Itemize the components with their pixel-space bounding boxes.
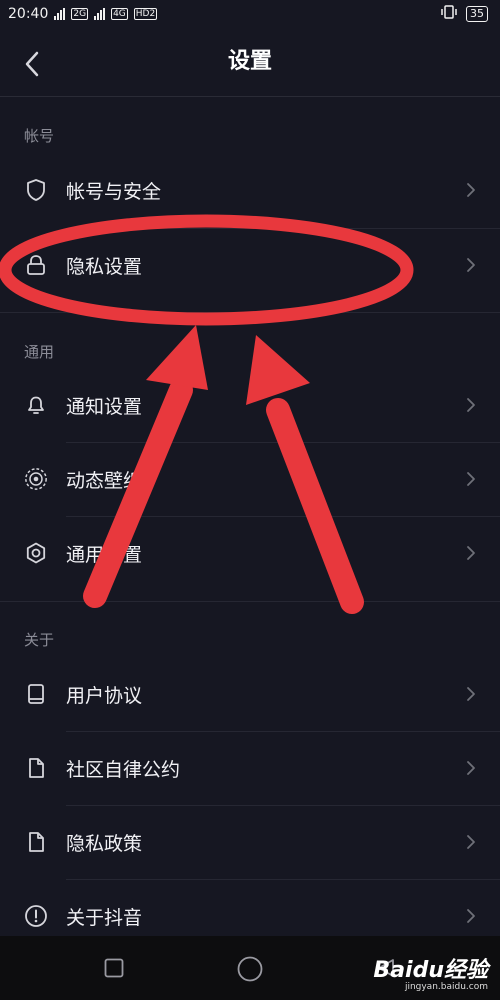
watermark: Baidu经验 jingyan.baidu.com (373, 952, 488, 992)
vibrate-icon (440, 5, 458, 23)
chevron-right-icon (464, 906, 478, 926)
status-bar: 20:40 2G 4G HD2 35 (0, 0, 500, 28)
section-divider (0, 312, 500, 313)
status-left: 20:40 2G 4G HD2 (8, 6, 158, 22)
shield-icon (24, 178, 48, 202)
settings-item-label: 关于抖音 (66, 906, 143, 929)
header: 设置 (0, 28, 500, 97)
document-icon (24, 830, 48, 854)
signal-icon-2 (94, 8, 106, 20)
section-label-general: 通用 (24, 343, 55, 361)
wallpaper-icon (24, 467, 48, 491)
home-button[interactable] (237, 956, 263, 986)
settings-item-user-agreement[interactable]: 用户协议 (0, 657, 500, 731)
settings-item-label: 隐私设置 (66, 255, 143, 278)
settings-item-account-security[interactable]: 帐号与安全 (0, 153, 500, 227)
chevron-right-icon (464, 684, 478, 704)
system-nav-bar: Baidu经验 jingyan.baidu.com (0, 936, 500, 1000)
chevron-right-icon (464, 469, 478, 489)
settings-item-label: 通知设置 (66, 395, 143, 418)
chevron-right-icon (464, 255, 478, 275)
status-time: 20:40 (8, 6, 49, 22)
chevron-right-icon (464, 543, 478, 563)
settings-item-privacy[interactable]: 隐私设置 (0, 228, 500, 302)
settings-item-general[interactable]: 通用设置 (0, 516, 500, 590)
book-icon (24, 682, 48, 706)
bell-icon (24, 393, 48, 417)
chevron-right-icon (464, 395, 478, 415)
document-icon (24, 756, 48, 780)
watermark-brand: Baidu经验 (373, 958, 488, 983)
hd-label: HD2 (133, 8, 158, 20)
lock-icon (24, 253, 48, 277)
sim1-label: 2G (71, 8, 89, 20)
section-divider (0, 601, 500, 602)
sim2-label: 4G (111, 8, 128, 20)
info-icon (24, 904, 48, 928)
signal-icon (54, 8, 66, 20)
settings-item-label: 社区自律公约 (66, 758, 181, 781)
settings-item-label: 动态壁纸 (66, 469, 143, 492)
recent-apps-button[interactable] (104, 958, 124, 982)
settings-item-live-wallpaper[interactable]: 动态壁纸 (0, 442, 500, 516)
settings-item-label: 用户协议 (66, 684, 143, 707)
battery-indicator: 35 (466, 6, 488, 22)
chevron-right-icon (464, 758, 478, 778)
settings-item-community-guidelines[interactable]: 社区自律公约 (0, 731, 500, 805)
chevron-right-icon (464, 180, 478, 200)
settings-item-label: 隐私政策 (66, 832, 143, 855)
gear-icon (24, 541, 48, 565)
settings-item-label: 帐号与安全 (66, 180, 162, 203)
section-label-account: 帐号 (24, 127, 55, 145)
settings-item-privacy-policy[interactable]: 隐私政策 (0, 805, 500, 879)
page-title: 设置 (227, 49, 272, 74)
settings-item-notifications[interactable]: 通知设置 (0, 368, 500, 442)
circle-icon (237, 956, 263, 982)
settings-item-label: 通用设置 (66, 543, 143, 566)
status-right: 35 (440, 5, 488, 23)
square-icon (104, 958, 124, 978)
chevron-right-icon (464, 832, 478, 852)
section-label-about: 关于 (24, 631, 55, 649)
